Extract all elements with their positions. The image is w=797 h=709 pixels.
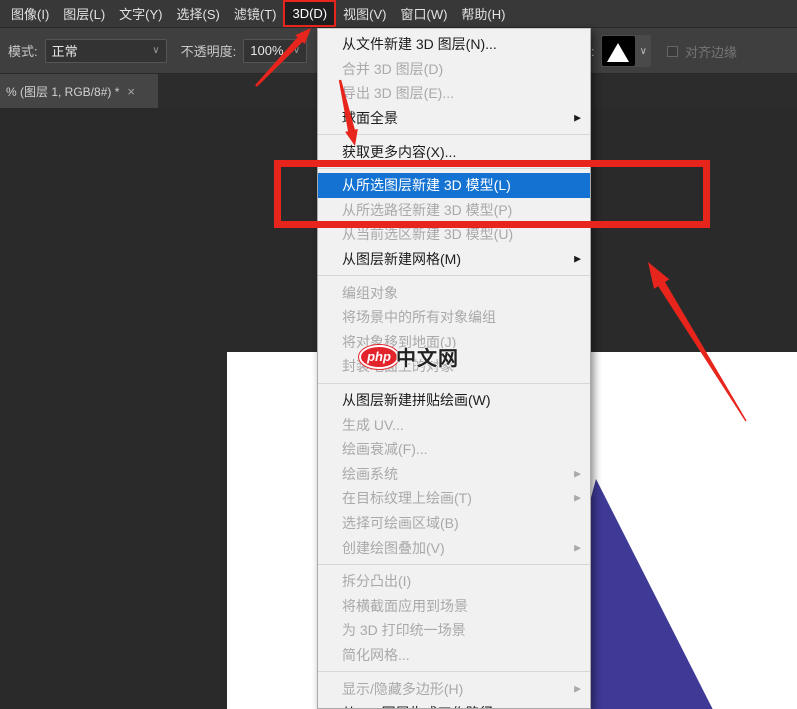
menubar-item[interactable]: 帮助(H) bbox=[454, 0, 512, 27]
menu-separator bbox=[318, 382, 590, 384]
menu-item-label: 从当前选区新建 3D 模型(U) bbox=[342, 226, 514, 243]
chevron-down-icon: ∨ bbox=[639, 45, 647, 57]
menu-item-label: 将横截面应用到场景 bbox=[342, 597, 468, 614]
menu-separator bbox=[318, 563, 590, 565]
menu-item[interactable]: 绘画衰减(F)... bbox=[318, 437, 590, 462]
menu-item-label: 从所选图层新建 3D 模型(L) bbox=[342, 177, 511, 194]
menubar-item[interactable]: 滤镜(T) bbox=[227, 0, 284, 27]
menu-item-label: 获取更多内容(X)... bbox=[342, 143, 457, 160]
menubar-item[interactable]: 图层(L) bbox=[56, 0, 112, 27]
menu-separator bbox=[318, 167, 590, 169]
mode-label: 模式: bbox=[8, 44, 38, 59]
menu-item[interactable]: 导出 3D 图层(E)... bbox=[318, 81, 590, 106]
menu-item[interactable]: 从所选路径新建 3D 模型(P) bbox=[318, 198, 590, 223]
submenu-arrow-icon: ▶ bbox=[574, 492, 581, 503]
menu-item-label: 创建绘图叠加(V) bbox=[342, 539, 445, 556]
menu-item[interactable]: 创建绘图叠加(V) ▶ bbox=[318, 535, 590, 560]
document-tab-title: % (图层 1, RGB/8#) * bbox=[6, 84, 120, 99]
menu-item-label: 从所选路径新建 3D 模型(P) bbox=[342, 201, 513, 218]
triangle-shape-icon bbox=[607, 43, 630, 62]
align-edges-checkbox[interactable] bbox=[666, 45, 678, 57]
menubar-item[interactable]: 3D(D) bbox=[283, 0, 337, 27]
menu-item[interactable]: 从 3D 图层生成工作路径(K) bbox=[318, 701, 590, 708]
menu-item[interactable]: 合并 3D 图层(D) bbox=[318, 57, 590, 82]
menu-item-label: 从 3D 图层生成工作路径(K) bbox=[342, 703, 512, 708]
menu-item[interactable]: 从图层新建网格(M) ▶ bbox=[318, 247, 590, 272]
shape-label-fragment: : bbox=[591, 43, 595, 59]
menubar-item[interactable]: 图像(I) bbox=[4, 0, 56, 27]
align-edges-label: 对齐边缘 bbox=[684, 44, 737, 60]
menu-item-label: 绘画衰减(F)... bbox=[342, 441, 428, 458]
menu-bar: 图像(I) 图层(L) 文字(Y) 选择(S) 滤镜(T) 3D(D) 视图(V) 窗口(W)… bbox=[0, 0, 797, 28]
menu-item-label: 合并 3D 图层(D) bbox=[342, 60, 444, 77]
menu-item[interactable]: 选择可绘画区域(B) bbox=[318, 511, 590, 536]
menu-item-label: 在目标纹理上绘画(T) bbox=[342, 490, 472, 507]
menu-item[interactable]: 从文件新建 3D 图层(N)... bbox=[318, 32, 590, 57]
menu-item-label: 生成 UV... bbox=[342, 416, 404, 433]
chevron-down-icon: ∨ bbox=[152, 45, 160, 56]
menubar-item[interactable]: 文字(Y) bbox=[112, 0, 169, 27]
watermark-site-name: 中文网 bbox=[396, 348, 459, 370]
menu-item-label: 编组对象 bbox=[342, 284, 398, 301]
opacity-select[interactable]: 100% ∨ bbox=[243, 38, 308, 63]
menu-item-label: 从图层新建拼贴绘画(W) bbox=[342, 392, 491, 409]
menu-item-label: 拆分凸出(I) bbox=[342, 573, 412, 590]
menu-item-label: 选择可绘画区域(B) bbox=[342, 514, 459, 531]
menu-item[interactable]: 拆分凸出(I) bbox=[318, 569, 590, 594]
menu-item[interactable]: 生成 UV... bbox=[318, 412, 590, 437]
opacity-label: 不透明度: bbox=[180, 44, 237, 59]
close-icon[interactable]: × bbox=[127, 84, 135, 99]
menu-item-label: 绘画系统 bbox=[342, 465, 398, 482]
blend-mode-select[interactable]: 正常 ∨ bbox=[44, 38, 167, 63]
options-bar-right: : ∨ 对齐边缘 bbox=[591, 28, 744, 74]
submenu-arrow-icon: ▶ bbox=[574, 253, 581, 264]
menubar-item[interactable]: 视图(V) bbox=[336, 0, 393, 27]
menu-item-label: 从图层新建网格(M) bbox=[342, 251, 461, 268]
submenu-arrow-icon: ▶ bbox=[574, 468, 581, 479]
submenu-arrow-icon: ▶ bbox=[574, 542, 581, 553]
php-watermark: php 中文网 bbox=[359, 342, 459, 371]
menu-item[interactable]: 从图层新建拼贴绘画(W) bbox=[318, 388, 590, 413]
menu-item[interactable]: 编组对象 bbox=[318, 280, 590, 305]
blend-mode-value: 正常 bbox=[51, 44, 78, 59]
menu-item-label: 简化网格... bbox=[342, 646, 410, 663]
menubar-item[interactable]: 选择(S) bbox=[170, 0, 227, 27]
menu-item-label: 显示/隐藏多边形(H) bbox=[342, 680, 464, 697]
menu-item[interactable]: 将场景中的所有对象编组 bbox=[318, 305, 590, 330]
menu-item[interactable]: 从当前选区新建 3D 模型(U) bbox=[318, 222, 590, 247]
menubar-item[interactable]: 窗口(W) bbox=[393, 0, 454, 27]
menu-item[interactable]: 为 3D 打印统一场景 bbox=[318, 618, 590, 643]
menu-separator bbox=[318, 275, 590, 277]
menu-item[interactable]: 在目标纹理上绘画(T) ▶ bbox=[318, 486, 590, 511]
shape-preview-dropdown[interactable]: ∨ bbox=[600, 35, 651, 67]
submenu-arrow-icon: ▶ bbox=[574, 683, 581, 694]
menu-item-label: 从文件新建 3D 图层(N)... bbox=[342, 36, 497, 53]
menu-item-label: 为 3D 打印统一场景 bbox=[342, 622, 466, 639]
opacity-value: 100% bbox=[250, 43, 284, 58]
menu-separator bbox=[318, 134, 590, 136]
submenu-arrow-icon: ▶ bbox=[574, 112, 581, 123]
menu-item-label: 导出 3D 图层(E)... bbox=[342, 85, 455, 102]
php-logo-icon: php bbox=[359, 344, 399, 369]
menu-item-label: 将场景中的所有对象编组 bbox=[342, 309, 496, 326]
menu-item[interactable]: 绘画系统 ▶ bbox=[318, 462, 590, 487]
shape-thumbnail bbox=[601, 36, 635, 66]
document-tab[interactable]: % (图层 1, RGB/8#) * × bbox=[0, 74, 158, 108]
menu-item[interactable]: 获取更多内容(X)... bbox=[318, 139, 590, 164]
menu-item[interactable]: 将横截面应用到场景 bbox=[318, 593, 590, 618]
menu-item[interactable]: 简化网格... bbox=[318, 643, 590, 668]
menu-item-label: 球面全景 bbox=[342, 110, 398, 127]
menu-item[interactable]: 球面全景 ▶ bbox=[318, 106, 590, 131]
photoshop-window: 图像(I) 图层(L) 文字(Y) 选择(S) 滤镜(T) 3D(D) 视图(V) 窗口(W)… bbox=[0, 0, 797, 709]
menu-separator bbox=[318, 671, 590, 673]
menu-item[interactable]: 显示/隐藏多边形(H) ▶ bbox=[318, 676, 590, 701]
menu-item[interactable]: 从所选图层新建 3D 模型(L) bbox=[318, 172, 590, 198]
chevron-down-icon: ∨ bbox=[292, 45, 301, 56]
